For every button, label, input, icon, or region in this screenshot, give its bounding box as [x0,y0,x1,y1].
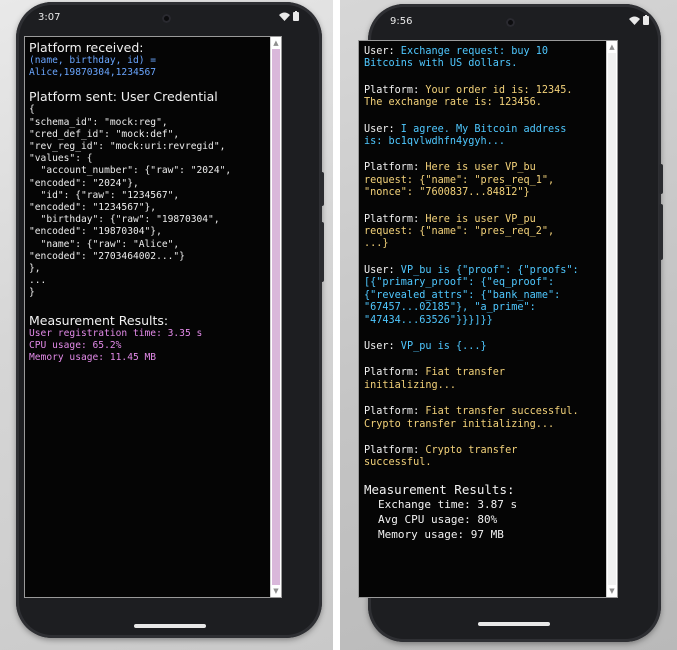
log-line: { [29,104,35,116]
left-screen: Platform received: (name, birthday, id) … [24,36,282,598]
power-button [320,222,324,282]
message-line: Platform: Your order id is: 12345. [364,84,573,96]
log-line: User registration time: 3.35 s [29,327,203,339]
front-camera [506,18,515,27]
message-line: "nonce": "7600837...84812"} [364,187,530,199]
volume-button [320,172,324,206]
front-camera [162,14,171,23]
message-line: is: bc1qvlwdhfn4ygyh... [364,136,506,148]
left-scrollbar[interactable]: ▲ ▼ [270,37,281,597]
received-title: Platform received: [29,40,144,55]
platform-message: Platform: Here is user VP_pu request: {"n… [364,214,609,251]
battery-icon [643,15,649,25]
message-line: User: Exchange request: buy 10 [364,46,549,57]
scroll-up-icon[interactable]: ▲ [608,42,616,52]
message-line: ...} [364,238,389,250]
result-line: Exchange time: 3.87 s [378,497,518,511]
user-message: User: VP_bu is {"proof": {"proofs": [{"pr… [364,265,609,327]
right-results-block: Exchange time: 3.87 s Avg CPU usage: 80% M… [364,497,609,542]
message-line: The exchange rate is: 123456. [364,97,542,109]
user-message: User: I agree. My Bitcoin address is: bc1… [364,124,609,149]
left-results-title: Measurement Results: [29,312,169,328]
log-line: "encoded": "1234567"}, [29,202,157,214]
message-line: request: {"name": "pres_req_2", [364,226,555,238]
log-line: "account_number": {"raw": "2024", [29,165,232,177]
result-line: Memory usage: 97 MB [378,527,504,541]
message-line: Platform: Here is user VP_pu [364,213,536,225]
message-line: User: VP_bu is {"proof": {"proofs": [364,264,579,276]
message-line: Platform: Fiat transfer successful. [364,406,579,418]
log-line: "birthday": {"raw": "19870304", [29,214,220,226]
platform-message: Platform: Fiat transfer successful. Crypt… [364,406,609,431]
scroll-thumb[interactable] [608,53,616,585]
platform-message: Platform: Here is user VP_bu request: {"n… [364,162,609,199]
log-line: }, [29,263,41,275]
left-log: Platform received: (name, birthday, id) … [29,40,265,364]
log-line: } [29,287,35,299]
platform-message: Platform: Fiat transfer initializing... [364,367,609,392]
message-line: Bitcoins with US dollars. [364,58,518,70]
home-indicator[interactable] [478,622,550,626]
user-message: User: VP_pu is {...} [364,341,609,353]
log-line: "id": {"raw": "1234567", [29,189,180,201]
message-line: User: VP_pu is {...} [364,340,487,352]
wifi-icon [629,16,640,25]
message-line: {"revealed_attrs": {"bank_name": [364,289,561,301]
volume-button [659,164,663,194]
sent-title: Platform sent: User Credential [29,89,218,105]
message-line: initializing... [364,379,457,391]
right-scrollbar[interactable]: ▲ ▼ [606,41,617,597]
message-line: Crypto transfer initializing... [364,418,555,430]
log-line: Alice,19870304,1234567 [29,67,157,79]
message-line: [{"primary_proof": {"eq_proof": [364,277,555,289]
log-line: "rev_reg_id": "mock:uri:revregid", [29,141,226,153]
wifi-icon [279,12,290,21]
result-line: Avg CPU usage: 80% [378,512,498,526]
right-screen: User: Exchange request: buy 10 Bitcoins w… [358,40,618,598]
right-status-bar: 9:56 [384,14,653,30]
platform-message: Platform: Crypto transfer successful. [364,445,609,470]
right-log: User: Exchange request: buy 10 Bitcoins w… [364,46,609,542]
log-line: "encoded": "2024"}, [29,177,139,189]
message-line: Platform: Here is user VP_bu [364,162,536,174]
log-line: Memory usage: 11.45 MB [29,352,157,364]
platform-message: Platform: Your order id is: 12345. The ex… [364,85,609,110]
message-line: "47434...63526"}}}]}} [364,314,493,326]
power-button [659,204,663,260]
log-line: "values": { [29,153,93,165]
log-line: "encoded": "19870304"}, [29,226,162,238]
log-line: ... [29,275,47,287]
message-line: successful. [364,457,432,469]
status-time: 9:56 [390,16,413,27]
scroll-thumb[interactable] [272,49,280,585]
left-phone-photo: 3:07 Platform received: (name, birthday,… [0,0,333,650]
log-line: "encoded": "2703464002..."} [29,250,185,262]
message-line: "67457...02185"}, "a_prime": [364,302,536,314]
message-line: User: I agree. My Bitcoin address [364,123,567,135]
credential-block: {"schema_id": "mock:reg", "cred_def_id": … [29,104,265,299]
left-results-block: User registration time: 3.35 s CPU usage:… [29,328,265,365]
log-line: "cred_def_id": "mock:def", [29,128,180,140]
scroll-up-icon[interactable]: ▲ [272,38,280,48]
log-line: CPU usage: 65.2% [29,339,122,351]
message-list: User: Exchange request: buy 10 Bitcoins w… [364,46,609,470]
user-message: User: Exchange request: buy 10 Bitcoins w… [364,46,609,71]
right-phone-photo: 9:56 User: Exchange request: buy 10 Bitco… [340,0,677,650]
log-line: (name, birthday, id) = [29,55,157,66]
log-line: "name": {"raw": "Alice", [29,238,180,250]
status-time: 3:07 [38,12,61,23]
right-results-title: Measurement Results: [364,481,515,497]
scroll-down-icon[interactable]: ▼ [272,586,280,596]
received-block: (name, birthday, id) = Alice,19870304,123… [29,55,265,79]
battery-icon [293,11,299,21]
message-line: Platform: Fiat transfer [364,367,506,379]
message-line: Platform: Crypto transfer [364,444,518,456]
scroll-down-icon[interactable]: ▼ [608,586,616,596]
log-line: "schema_id": "mock:reg", [29,116,168,128]
message-line: request: {"name": "pres_req_1", [364,174,555,186]
home-indicator[interactable] [134,624,206,628]
